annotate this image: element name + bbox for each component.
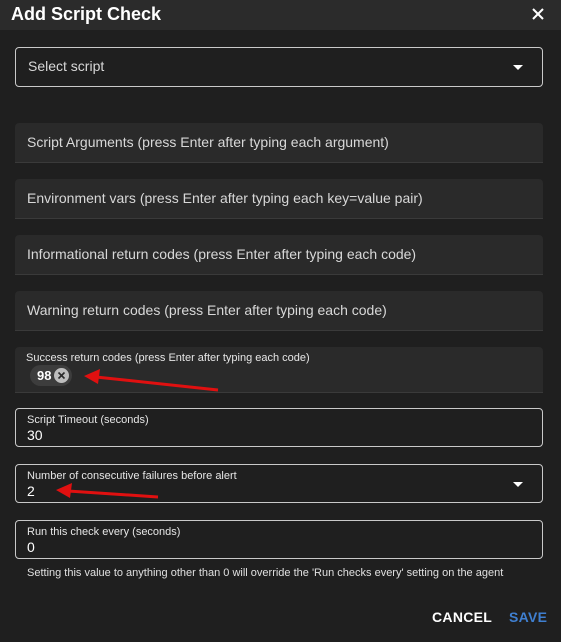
script-timeout-input[interactable]: Script Timeout (seconds) 30 <box>15 408 543 447</box>
chip-delete-icon[interactable] <box>54 368 70 383</box>
chip-label: 98 <box>37 368 52 383</box>
success-codes-label: Success return codes (press Enter after … <box>26 352 310 364</box>
env-vars-placeholder: Environment vars (press Enter after typi… <box>27 190 423 206</box>
dialog-title: Add Script Check <box>11 4 162 24</box>
save-button[interactable]: SAVE <box>509 609 547 625</box>
script-select[interactable]: Select script <box>15 47 543 87</box>
fails-before-alert-label: Number of consecutive failures before al… <box>27 470 237 482</box>
script-arguments-input[interactable]: Script Arguments (press Enter after typi… <box>15 123 543 163</box>
run-interval-input[interactable]: Run this check every (seconds) 0 <box>15 520 543 559</box>
script-timeout-label: Script Timeout (seconds) <box>27 414 149 426</box>
script-arguments-placeholder: Script Arguments (press Enter after typi… <box>27 134 389 150</box>
env-vars-input[interactable]: Environment vars (press Enter after typi… <box>15 179 543 219</box>
run-interval-hint: Setting this value to anything other tha… <box>27 567 504 579</box>
fails-before-alert-value: 2 <box>27 483 35 499</box>
cancel-button[interactable]: CANCEL <box>432 609 492 625</box>
script-timeout-value: 30 <box>27 427 43 443</box>
warning-codes-placeholder: Warning return codes (press Enter after … <box>27 302 387 318</box>
dialog-titlebar: Add Script Check <box>0 0 561 30</box>
warning-codes-input[interactable]: Warning return codes (press Enter after … <box>15 291 543 331</box>
run-interval-value: 0 <box>27 539 35 555</box>
chevron-down-icon[interactable] <box>513 482 523 487</box>
chevron-down-icon[interactable] <box>513 65 523 70</box>
success-codes-input[interactable]: Success return codes (press Enter after … <box>15 347 543 393</box>
info-codes-placeholder: Informational return codes (press Enter … <box>27 246 417 262</box>
run-interval-label: Run this check every (seconds) <box>27 526 181 538</box>
script-select-placeholder: Select script <box>28 58 105 74</box>
close-icon[interactable] <box>527 3 549 25</box>
fails-before-alert-select[interactable]: Number of consecutive failures before al… <box>15 464 543 503</box>
code-chip[interactable]: 98 <box>30 365 73 386</box>
info-codes-input[interactable]: Informational return codes (press Enter … <box>15 235 543 275</box>
